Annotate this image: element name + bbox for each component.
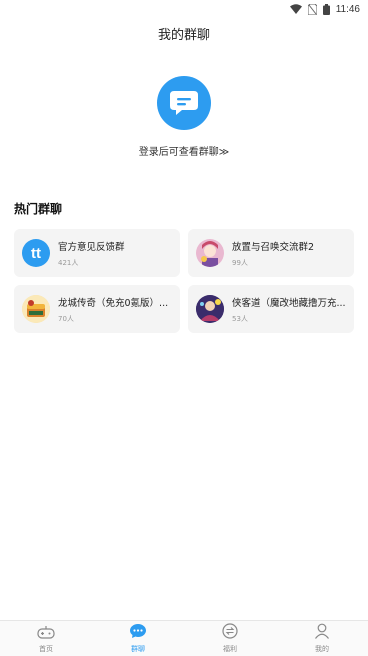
status-time: 11:46 — [335, 3, 360, 15]
svg-text:tt: tt — [31, 245, 41, 262]
hero-character-avatar — [196, 295, 224, 323]
user-icon — [314, 623, 330, 643]
tab-label: 群聊 — [131, 645, 145, 653]
exchange-icon — [222, 623, 238, 643]
tab-label: 首页 — [39, 644, 53, 653]
group-card[interactable]: tt 官方意见反馈群 421人 — [14, 229, 180, 277]
group-name: 官方意见反馈群 — [58, 241, 125, 253]
group-name: 侠客道（魔改地藏撸万充... — [232, 297, 346, 309]
status-bar: 11:46 — [0, 0, 368, 18]
group-name: 放置与召唤交流群2 — [232, 241, 315, 253]
tab-profile[interactable]: 我的 — [276, 621, 368, 656]
wifi-icon — [289, 4, 302, 14]
group-member-count: 70人 — [58, 314, 74, 323]
tab-home[interactable]: 首页 — [0, 621, 92, 656]
battery-icon — [322, 3, 330, 15]
tab-label: 我的 — [315, 645, 329, 653]
tt-logo-avatar: tt — [22, 239, 50, 267]
game-chest-avatar — [22, 295, 50, 323]
chat-bubbles-icon — [157, 76, 211, 130]
chat-icon — [129, 623, 147, 643]
tab-group-chat[interactable]: 群聊 — [92, 621, 184, 656]
group-member-count: 421人 — [58, 258, 79, 267]
no-sim-icon — [307, 3, 317, 15]
anime-girl-avatar — [196, 239, 224, 267]
login-link[interactable]: 登录后可查看群聊≫ — [0, 143, 368, 158]
group-member-count: 53人 — [232, 314, 248, 323]
bottom-tab-bar: 首页 群聊 福利 我的 — [0, 620, 368, 656]
group-card[interactable]: 龙城传奇（免充0氪版）... 70人 — [14, 285, 180, 333]
page-title: 我的群聊 — [157, 28, 210, 43]
group-card[interactable]: 放置与召唤交流群2 99人 — [188, 229, 354, 277]
group-card[interactable]: 侠客道（魔改地藏撸万充... 53人 — [188, 285, 354, 333]
section-title-hot-groups: 热门群聊 — [14, 202, 63, 216]
group-name: 龙城传奇（免充0氪版）... — [58, 297, 169, 309]
tab-label: 福利 — [223, 645, 237, 653]
gamepad-icon — [37, 624, 55, 643]
tab-welfare[interactable]: 福利 — [184, 621, 276, 656]
hot-group-list: tt 官方意见反馈群 421人 放置与召唤交流群2 99人 龙城传奇（免充0氪版… — [14, 229, 354, 333]
group-member-count: 99人 — [232, 258, 248, 267]
